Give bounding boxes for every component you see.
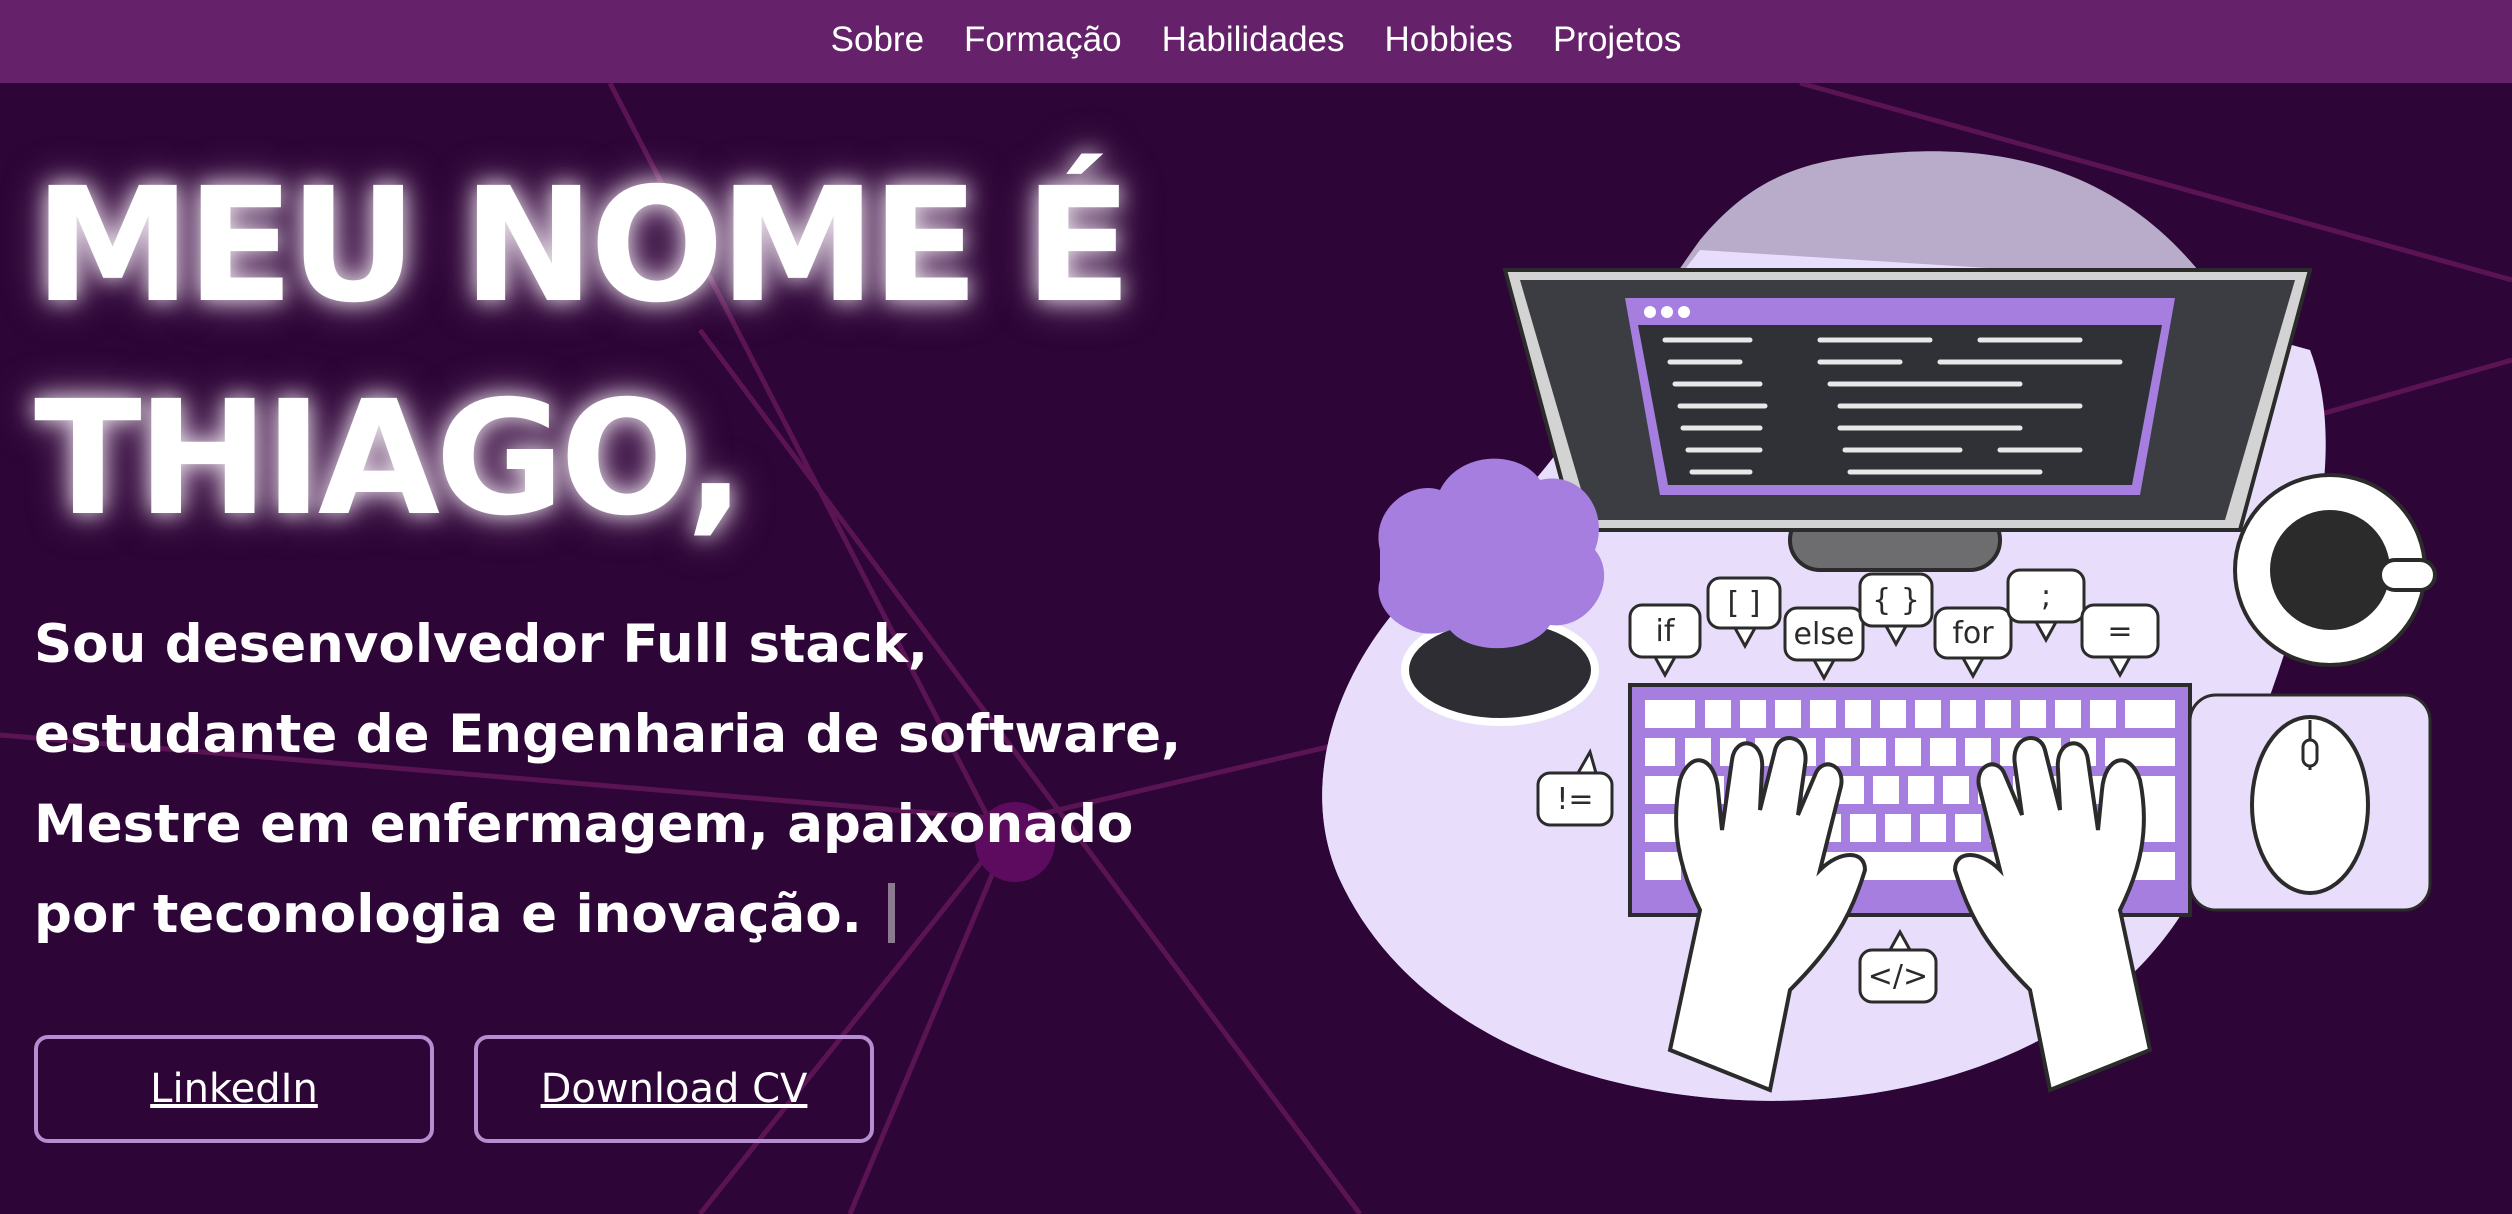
bubble-equals-text: = — [2107, 614, 2132, 649]
bubble-braces-text: { } — [1872, 583, 1920, 618]
bubble-semicolon-text: ; — [2041, 579, 2051, 614]
subtitle-line-3: Mestre em enfermagem, apaixonado — [34, 794, 1134, 855]
bubble-brackets-text: [ ] — [1728, 586, 1761, 621]
plant-icon — [1378, 458, 1605, 726]
linkedin-button[interactable]: LinkedIn — [34, 1035, 434, 1143]
mouse-icon — [2250, 715, 2370, 895]
download-cv-button[interactable]: Download CV — [474, 1035, 874, 1143]
subtitle-line-4: por teconologia e inovação. — [34, 884, 862, 945]
developer-illustration: if [ ] else { } for ; = != </> — [1322, 151, 2437, 1101]
subtitle-line-2: estudante de Engenharia de software, — [34, 704, 1182, 765]
hero-title-line-2: THIAGO, — [34, 367, 746, 551]
hero-subtitle: Sou desenvolvedor Full stack, estudante … — [34, 600, 1194, 960]
bubble-tag-text: </> — [1868, 959, 1928, 994]
nav-link-habilidades[interactable]: Habilidades — [1162, 20, 1345, 60]
bubble-for-text: for — [1952, 616, 1994, 651]
subtitle-line-1: Sou desenvolvedor Full stack, — [34, 614, 928, 675]
nav-link-sobre[interactable]: Sobre — [831, 20, 924, 60]
typing-cursor — [887, 883, 895, 944]
nav-link-hobbies[interactable]: Hobbies — [1385, 20, 1513, 60]
nav-link-projetos[interactable]: Projetos — [1553, 20, 1681, 60]
bubble-not-equal-text: != — [1556, 782, 1593, 817]
nav-link-formacao[interactable]: Formação — [964, 20, 1122, 60]
coffee-cup-icon — [2233, 473, 2437, 667]
monitor-icon — [1502, 268, 2313, 572]
hero-title-line-1: MEU NOME É — [34, 154, 1132, 338]
top-navigation: Sobre Formação Habilidades Hobbies Proje… — [0, 0, 2512, 83]
bubble-else-text: else — [1794, 617, 1855, 652]
hero-title: MEU NOME É THIAGO, — [34, 140, 1132, 566]
bubble-if-text: if — [1656, 614, 1676, 649]
